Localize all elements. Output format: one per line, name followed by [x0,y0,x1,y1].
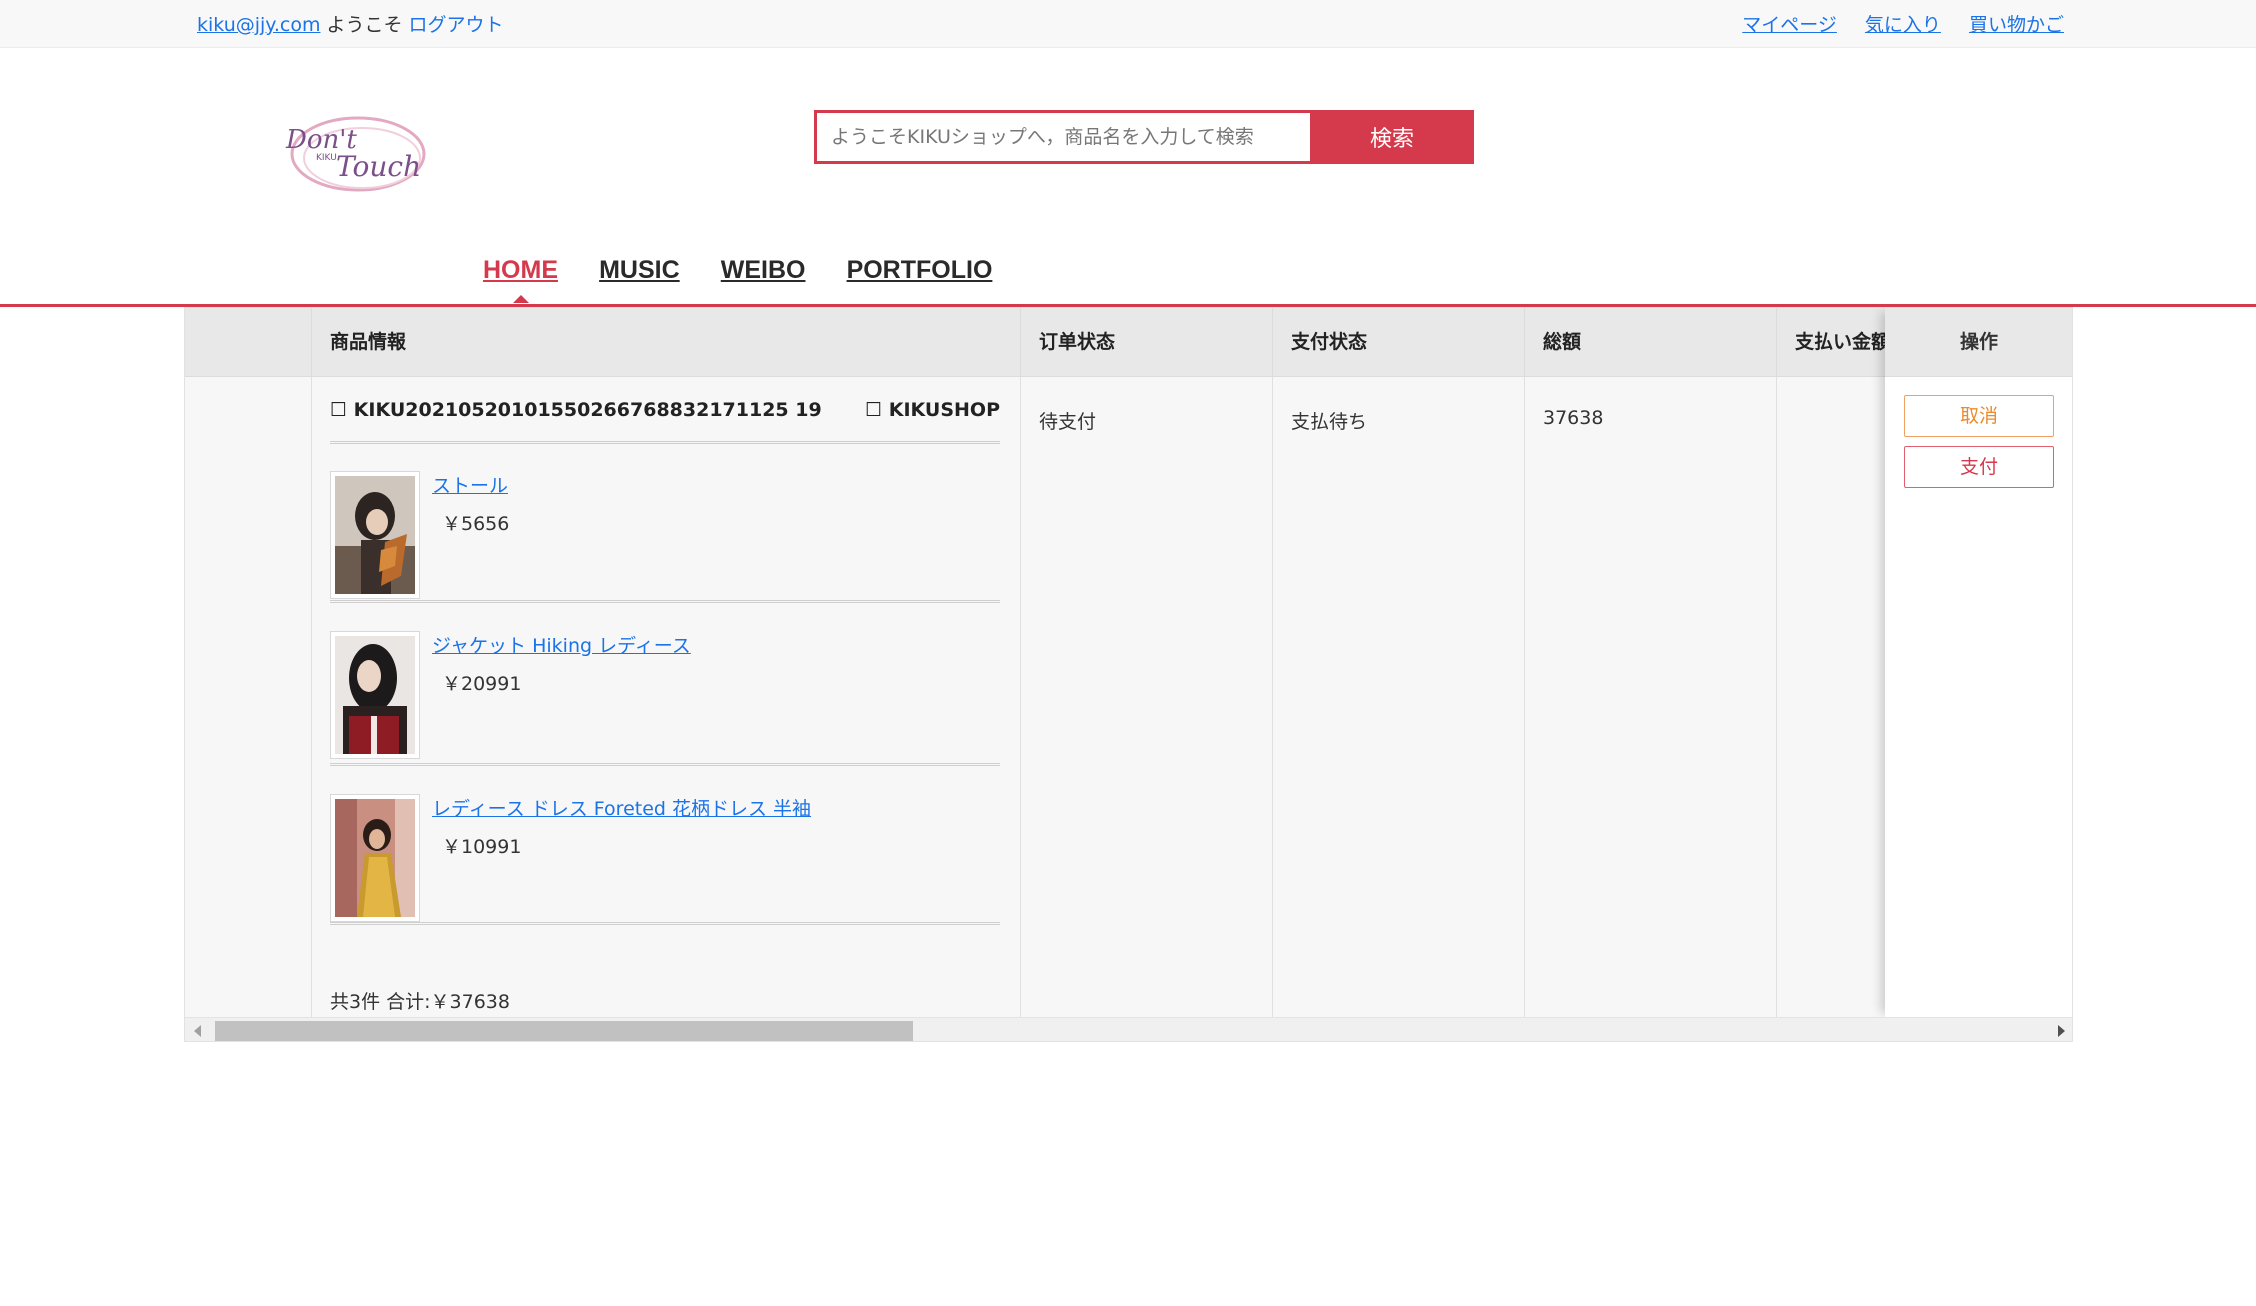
user-email-link[interactable]: kiku@jjy.com [197,14,320,36]
logout-link[interactable]: ログアウト [408,14,503,36]
scroll-right-icon[interactable] [2058,1025,2065,1037]
order-table: 商品情報 订单状态 支付状态 総額 支払い金額 ☐ KIKU2021052010… [184,307,2073,1042]
shop-name: ☐ KIKUSHOP [865,399,1000,421]
svg-text:KIKU: KIKU [316,153,337,163]
order-summary: 共3件 合计:￥37638 [330,991,510,1013]
product-price: ￥10991 [442,836,522,858]
header-checkbox-col [185,308,312,376]
nav-home[interactable]: HOME [483,256,558,303]
mypage-link[interactable]: マイページ [1742,14,1837,36]
order-status-cell: 待支付 [1021,377,1273,1017]
search-input[interactable] [814,110,1310,164]
pay-order-button[interactable]: 支付 [1904,446,2054,488]
divider [330,600,1000,603]
user-info: kiku@jjy.com ようこそ ログアウト [197,10,504,37]
top-links: マイページ 気に入り 買い物かご [1720,10,2064,37]
total-cell: 37638 [1525,377,1777,1017]
scroll-left-icon[interactable] [194,1025,201,1037]
header-total: 総額 [1525,308,1777,376]
main-nav: HOME MUSIC WEIBO PORTFOLIO [483,256,1028,306]
svg-text:Touch: Touch [336,150,421,183]
search-bar: 検索 [814,110,1474,164]
divider [330,922,1000,925]
table-row: ☐ KIKU20210520101550266768832171125 19 ☐… [185,377,2072,1017]
nav-portfolio[interactable]: PORTFOLIO [847,256,993,285]
product-link[interactable]: レディース ドレス Foreted 花柄ドレス 半袖 [432,794,811,821]
product-price: ￥5656 [442,513,510,535]
order-header: ☐ KIKU20210520101550266768832171125 19 ☐… [330,399,1000,429]
welcome-text: ようこそ [326,14,403,36]
nav-music[interactable]: MUSIC [599,256,680,285]
cart-link[interactable]: 買い物かご [1969,14,2064,36]
nav-weibo[interactable]: WEIBO [721,256,806,285]
order-status-value: 待支付 [1039,411,1097,433]
header-operations: 操作 [1885,308,2072,377]
site-logo[interactable]: Don't Touch KIKU [282,108,442,198]
header-pay-status: 支付状态 [1273,308,1525,376]
header-order-status: 订单状态 [1021,308,1273,376]
pay-status-value: 支払待ち [1291,411,1368,433]
row-blank-cell [185,377,312,1017]
search-button[interactable]: 検索 [1310,110,1474,164]
scrollbar-thumb[interactable] [215,1021,913,1041]
table-header: 商品情報 订单状态 支付状态 総額 支払い金額 [185,308,2072,377]
divider [330,441,1000,444]
product-link[interactable]: ジャケット Hiking レディース [432,631,691,658]
pay-status-cell: 支払待ち [1273,377,1525,1017]
cancel-order-button[interactable]: 取消 [1904,395,2054,437]
product-info-cell: ☐ KIKU20210520101550266768832171125 19 ☐… [312,377,1021,1017]
horizontal-scrollbar[interactable] [185,1017,2072,1041]
favorites-link[interactable]: 気に入り [1865,14,1941,36]
divider [330,763,1000,766]
product-link[interactable]: ストール [432,471,508,498]
order-id: ☐ KIKU20210520101550266768832171125 19 [330,399,822,421]
product-thumbnail[interactable] [330,794,420,922]
product-thumbnail[interactable] [330,631,420,759]
operations-column: 操作 取消 支付 [1885,308,2072,1017]
product-thumbnail[interactable] [330,471,420,599]
total-value: 37638 [1543,407,1604,429]
top-bar: kiku@jjy.com ようこそ ログアウト マイページ 気に入り 買い物かご [0,0,2256,48]
active-caret-icon [512,295,529,303]
product-price: ￥20991 [442,673,522,695]
header-product-info: 商品情報 [312,308,1021,376]
